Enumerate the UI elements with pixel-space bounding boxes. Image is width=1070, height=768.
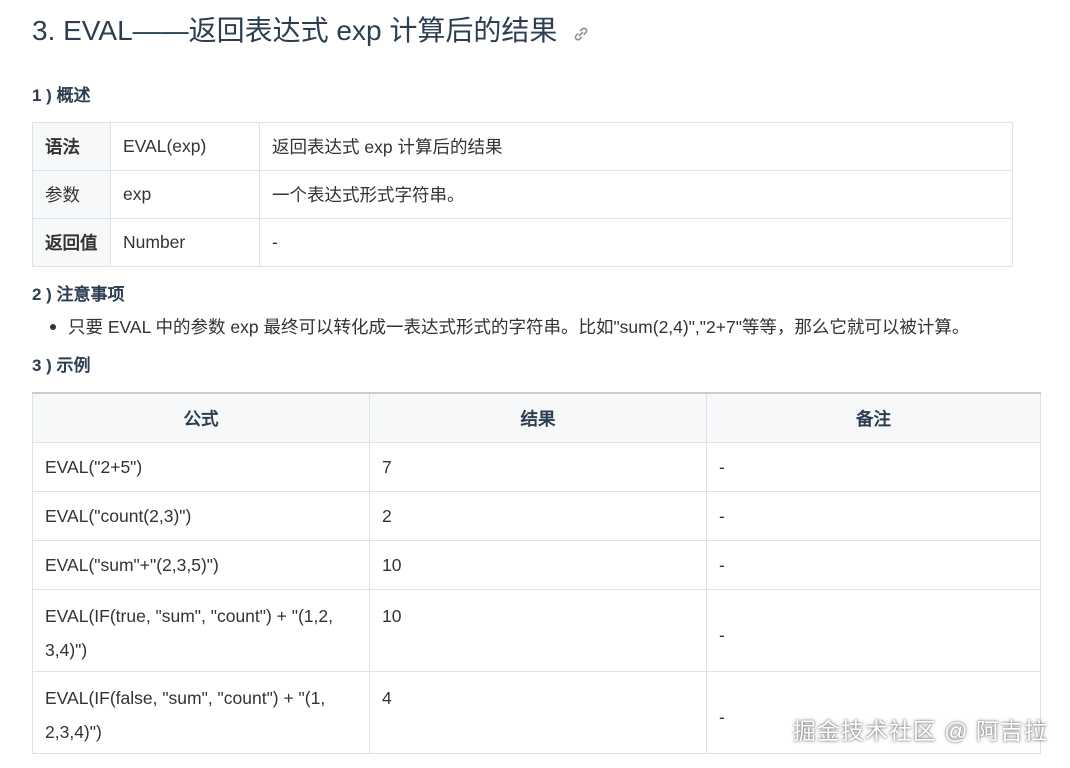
table-cell-desc: 一个表达式形式字符串。 bbox=[259, 170, 1013, 219]
formula-line: 3,4)") bbox=[45, 640, 88, 660]
list-item: 只要 EVAL 中的参数 exp 最终可以转化成一表达式形式的字符串。比如"su… bbox=[50, 313, 1042, 341]
section-title: 3. EVAL——返回表达式 exp 计算后的结果 bbox=[32, 15, 558, 46]
column-header-formula: 公式 bbox=[32, 392, 370, 443]
table-row: 返回值 Number - bbox=[32, 218, 1013, 267]
table-cell-result: 10 bbox=[369, 540, 707, 590]
table-cell-value: exp bbox=[110, 170, 260, 219]
bullet-icon bbox=[50, 324, 56, 330]
table-cell-formula: EVAL(IF(true, "sum", "count") + "(1,2, 3… bbox=[32, 589, 370, 672]
table-header-row: 公式 结果 备注 bbox=[32, 392, 1041, 443]
table-cell-formula: EVAL("sum"+"(2,3,5)") bbox=[32, 540, 370, 590]
column-header-note: 备注 bbox=[706, 392, 1041, 443]
example-heading: 3 ) 示例 bbox=[32, 356, 91, 375]
example-table: 公式 结果 备注 EVAL("2+5") 7 - EVAL("count(2,3… bbox=[32, 392, 1041, 754]
table-cell-value: EVAL(exp) bbox=[110, 122, 260, 171]
table-cell-result: 10 bbox=[369, 589, 707, 672]
table-cell-formula: EVAL("2+5") bbox=[32, 442, 370, 492]
table-row: 语法 EVAL(exp) 返回表达式 exp 计算后的结果 bbox=[32, 122, 1013, 171]
table-cell-key: 语法 bbox=[32, 122, 111, 171]
table-cell-note: - bbox=[706, 491, 1041, 541]
table-cell-desc: 返回表达式 exp 计算后的结果 bbox=[259, 122, 1013, 171]
table-cell-note: - bbox=[706, 540, 1041, 590]
table-cell-formula: EVAL("count(2,3)") bbox=[32, 491, 370, 541]
overview-table: 语法 EVAL(exp) 返回表达式 exp 计算后的结果 参数 exp 一个表… bbox=[32, 122, 1013, 267]
list-item-text: 只要 EVAL 中的参数 exp 最终可以转化成一表达式形式的字符串。比如"su… bbox=[68, 317, 970, 337]
formula-line: EVAL(IF(false, "sum", "count") + "(1, bbox=[45, 688, 326, 708]
document-page: 3. EVAL——返回表达式 exp 计算后的结果 1 ) 概述 语法 EVAL… bbox=[32, 0, 1042, 754]
notes-heading: 2 ) 注意事项 bbox=[32, 285, 125, 304]
link-icon[interactable] bbox=[573, 15, 589, 51]
table-row: 参数 exp 一个表达式形式字符串。 bbox=[32, 170, 1013, 219]
notes-list: 只要 EVAL 中的参数 exp 最终可以转化成一表达式形式的字符串。比如"su… bbox=[32, 313, 1042, 341]
table-cell-result: 2 bbox=[369, 491, 707, 541]
table-row: EVAL(IF(true, "sum", "count") + "(1,2, 3… bbox=[32, 589, 1041, 672]
section-heading: 3. EVAL——返回表达式 exp 计算后的结果 bbox=[32, 0, 1042, 61]
column-header-result: 结果 bbox=[369, 392, 707, 443]
formula-line: 2,3,4)") bbox=[45, 722, 102, 742]
table-cell-result: 7 bbox=[369, 442, 707, 492]
table-cell-key: 参数 bbox=[32, 170, 111, 219]
table-cell-desc: - bbox=[259, 218, 1013, 267]
table-cell-note: - bbox=[706, 442, 1041, 492]
table-row: EVAL("sum"+"(2,3,5)") 10 - bbox=[32, 540, 1041, 590]
table-cell-result: 4 bbox=[369, 671, 707, 754]
table-cell-formula: EVAL(IF(false, "sum", "count") + "(1, 2,… bbox=[32, 671, 370, 754]
overview-heading: 1 ) 概述 bbox=[32, 86, 91, 105]
table-cell-key: 返回值 bbox=[32, 218, 111, 267]
table-row: EVAL("count(2,3)") 2 - bbox=[32, 491, 1041, 541]
watermark: 掘金技术社区 @ 阿吉拉 bbox=[792, 718, 1048, 744]
formula-line: EVAL(IF(true, "sum", "count") + "(1,2, bbox=[45, 606, 333, 626]
table-cell-note: - bbox=[706, 589, 1041, 672]
table-row: EVAL("2+5") 7 - bbox=[32, 442, 1041, 492]
table-cell-value: Number bbox=[110, 218, 260, 267]
